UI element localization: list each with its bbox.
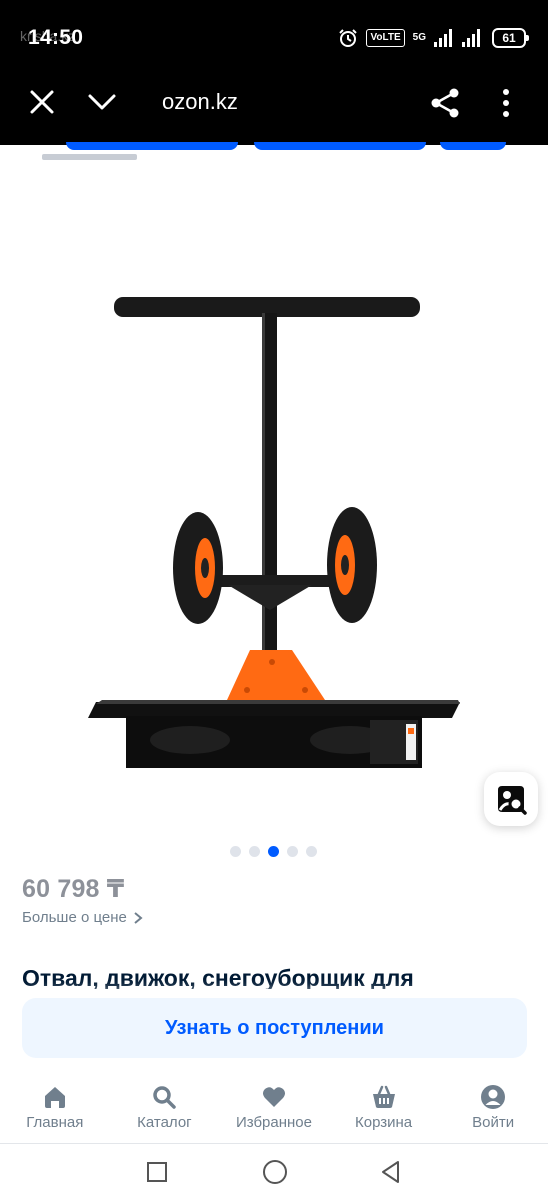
filter-chip[interactable]: [66, 142, 238, 150]
filter-chip[interactable]: [440, 142, 506, 150]
url-text[interactable]: ozon.kz: [162, 89, 238, 115]
nav-label: Войти: [472, 1114, 515, 1131]
nav-item-login[interactable]: Войти: [438, 1078, 548, 1144]
share-icon[interactable]: [428, 86, 462, 120]
network-type: 5G: [412, 32, 426, 43]
chevron-down-icon[interactable]: [86, 88, 118, 116]
product-title: Отвал, движок, снегоуборщик для: [22, 965, 414, 989]
heart-icon: [262, 1087, 285, 1107]
more-about-price-link[interactable]: Больше о цене: [22, 909, 143, 926]
search-icon: [153, 1086, 177, 1109]
notify-availability-button[interactable]: Узнать о поступлении: [22, 998, 527, 1058]
battery-indicator: 61: [492, 28, 529, 48]
basket-icon: [372, 1085, 395, 1108]
gallery-dot-active[interactable]: [268, 846, 279, 857]
home-circle-icon[interactable]: [262, 1159, 288, 1185]
signal-icon-2: [462, 29, 480, 47]
status-time: 14:50: [28, 26, 84, 49]
volte-badge: VoLTE: [366, 29, 405, 47]
nav-item-catalog[interactable]: Каталог: [110, 1078, 220, 1144]
nav-label: Каталог: [137, 1114, 192, 1131]
tab-indicator: [42, 154, 137, 160]
image-search-icon: [498, 786, 527, 815]
browser-header: krisha.kz 14:50 VoLTE 5G 61 ozon.kz: [0, 0, 548, 145]
alarm-icon: [339, 29, 358, 47]
filter-chip[interactable]: [254, 142, 426, 150]
nav-label: Избранное: [235, 1114, 312, 1131]
nav-label: Главная: [26, 1114, 84, 1131]
nav-item-home[interactable]: Главная: [0, 1078, 110, 1144]
visual-search-button[interactable]: [484, 772, 538, 826]
bottom-nav: Главная Каталог Избранное Корзина Войти: [0, 1078, 548, 1144]
back-triangle-icon[interactable]: [378, 1159, 404, 1185]
more-about-price-label: Больше о цене: [22, 909, 127, 926]
gallery-pagination: [230, 846, 317, 857]
nav-label: Корзина: [355, 1114, 413, 1131]
signal-icon: [434, 29, 452, 47]
product-image[interactable]: [80, 280, 470, 780]
gallery-dot[interactable]: [249, 846, 260, 857]
more-vertical-icon[interactable]: [494, 86, 518, 120]
home-icon: [44, 1087, 65, 1108]
system-nav-bar: [0, 1144, 548, 1200]
gallery-dot[interactable]: [306, 846, 317, 857]
account-icon: [481, 1085, 506, 1109]
close-icon[interactable]: [26, 86, 58, 118]
chevron-right-icon: [134, 911, 143, 924]
status-icons: VoLTE 5G 61: [338, 26, 529, 50]
product-price: 60 798 ₸: [22, 875, 125, 903]
recent-apps-icon[interactable]: [146, 1161, 168, 1183]
nav-item-cart[interactable]: Корзина: [329, 1078, 439, 1144]
nav-item-favorites[interactable]: Избранное: [219, 1078, 329, 1144]
gallery-dot[interactable]: [230, 846, 241, 857]
gallery-dot[interactable]: [287, 846, 298, 857]
